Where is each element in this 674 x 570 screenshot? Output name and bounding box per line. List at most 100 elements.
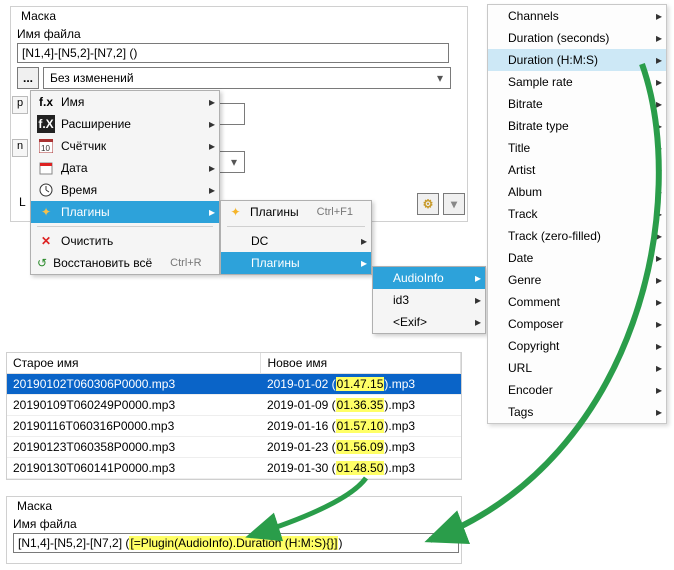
fx-icon: f.x — [37, 93, 55, 111]
chevron-right-icon: ▸ — [209, 95, 215, 109]
filename-label: Имя файла — [17, 27, 461, 41]
plugin-expression-highlight: [=Plugin(AudioInfo).Duration (H:M:S){}] — [129, 536, 338, 550]
duration-highlight: 01.57.10 — [336, 419, 385, 433]
audioinfo-field-item[interactable]: Encoder▸ — [488, 379, 666, 401]
mask-group-bottom: Маска Имя файла [N1,4]-[N5,2]-[N7,2] ([=… — [6, 496, 462, 564]
chevron-right-icon: ▸ — [656, 361, 662, 375]
audioinfo-field-item[interactable]: Tags▸ — [488, 401, 666, 423]
submenu-plugins: ✦ Плагины Ctrl+F1 DC ▸ Плагины ▸ — [220, 200, 372, 275]
rename-preview-table: Старое имя Новое имя 20190102T060306P000… — [7, 353, 461, 479]
table-row[interactable]: 20190123T060358P0000.mp32019-01-23 (01.5… — [7, 437, 461, 458]
left-badge-n: n — [12, 139, 28, 157]
icon-button-1[interactable]: ⚙ — [417, 193, 439, 215]
audioinfo-field-item[interactable]: Date▸ — [488, 247, 666, 269]
col-old-name[interactable]: Старое имя — [7, 353, 261, 374]
menu-item-time[interactable]: Время ▸ — [31, 179, 219, 201]
chevron-right-icon: ▸ — [361, 256, 367, 270]
audioinfo-field-item[interactable]: Comment▸ — [488, 291, 666, 313]
audioinfo-field-item[interactable]: Sample rate▸ — [488, 71, 666, 93]
chevron-right-icon: ▸ — [656, 185, 662, 199]
menu-item-name[interactable]: f.x Имя ▸ — [31, 91, 219, 113]
table-row[interactable]: 20190102T060306P0000.mp32019-01-02 (01.4… — [7, 374, 461, 395]
chevron-right-icon: ▸ — [656, 163, 662, 177]
case-dropdown[interactable]: Без изменений ▾ — [43, 67, 451, 89]
audioinfo-field-item[interactable]: Album▸ — [488, 181, 666, 203]
chevron-right-icon: ▸ — [656, 53, 662, 67]
submenu-plugin-list: AudioInfo ▸ id3 ▸ <Exif> ▸ — [372, 266, 486, 334]
left-badge-p: p — [12, 96, 28, 114]
menu-item-plugins[interactable]: ✦ Плагины ▸ — [31, 201, 219, 223]
audioinfo-fields-menu: Channels▸Duration (seconds)▸Duration (H:… — [487, 4, 667, 424]
case-dropdown-value: Без изменений — [46, 71, 432, 85]
chevron-right-icon: ▸ — [656, 31, 662, 45]
audioinfo-field-item[interactable]: Duration (seconds)▸ — [488, 27, 666, 49]
chevron-right-icon: ▸ — [656, 207, 662, 221]
audioinfo-field-item[interactable]: Duration (H:M:S)▸ — [488, 49, 666, 71]
col-new-name[interactable]: Новое имя — [261, 353, 461, 374]
chevron-right-icon: ▸ — [656, 141, 662, 155]
audioinfo-field-item[interactable]: Track (zero-filled)▸ — [488, 225, 666, 247]
audioinfo-field-item[interactable]: Bitrate▸ — [488, 93, 666, 115]
chevron-right-icon: ▸ — [475, 315, 481, 329]
menu-item-counter[interactable]: 10 Счётчик ▸ — [31, 135, 219, 157]
chevron-right-icon: ▸ — [656, 405, 662, 419]
submenu-item-plugins-action[interactable]: ✦ Плагины Ctrl+F1 — [221, 201, 371, 223]
menu-item-clear[interactable]: ✕ Очистить — [31, 230, 219, 252]
chevron-right-icon: ▸ — [656, 317, 662, 331]
filename-label-bottom: Имя файла — [13, 517, 455, 531]
chevron-right-icon: ▸ — [656, 251, 662, 265]
filename-input-bottom[interactable]: [N1,4]-[N5,2]-[N7,2] ([=Plugin(AudioInfo… — [13, 533, 459, 553]
chevron-right-icon: ▸ — [209, 139, 215, 153]
browse-button[interactable]: ... — [17, 67, 39, 89]
menu-separator — [37, 226, 213, 227]
context-menu-main: f.x Имя ▸ f.X Расширение ▸ 10 Счётчик ▸ … — [30, 90, 220, 275]
chevron-right-icon: ▸ — [656, 339, 662, 353]
duration-highlight: 01.36.35 — [336, 398, 385, 412]
chevron-right-icon: ▸ — [656, 9, 662, 23]
audioinfo-field-item[interactable]: Bitrate type▸ — [488, 115, 666, 137]
chevron-down-icon: ▾ — [226, 155, 242, 169]
table-row[interactable]: 20190109T060249P0000.mp32019-01-09 (01.3… — [7, 395, 461, 416]
submenu-item-audioinfo[interactable]: AudioInfo ▸ — [373, 267, 485, 289]
mask-group-legend-bottom: Маска — [13, 499, 455, 513]
puzzle-icon: ✦ — [227, 203, 244, 221]
folder-icon: ▾ — [451, 197, 457, 211]
l-label: L — [19, 195, 26, 209]
chevron-right-icon: ▸ — [209, 183, 215, 197]
audioinfo-field-item[interactable]: Copyright▸ — [488, 335, 666, 357]
clock-icon — [37, 181, 55, 199]
undo-icon: ↺ — [37, 254, 47, 272]
chevron-right-icon: ▸ — [361, 234, 367, 248]
menu-item-ext[interactable]: f.X Расширение ▸ — [31, 113, 219, 135]
fx-icon-dark: f.X — [37, 115, 55, 133]
menu-item-date[interactable]: Дата ▸ — [31, 157, 219, 179]
audioinfo-field-item[interactable]: URL▸ — [488, 357, 666, 379]
audioinfo-field-item[interactable]: Track▸ — [488, 203, 666, 225]
icon-button-2[interactable]: ▾ — [443, 193, 465, 215]
chevron-down-icon: ▾ — [432, 71, 448, 85]
svg-text:10: 10 — [41, 144, 50, 153]
duration-highlight: 01.47.15 — [336, 377, 385, 391]
menu-item-restore[interactable]: ↺ Восстановить всё Ctrl+R — [31, 252, 219, 274]
filename-input[interactable] — [17, 43, 449, 63]
gear-icon: ⚙ — [423, 197, 434, 211]
submenu-item-exif[interactable]: <Exif> ▸ — [373, 311, 485, 333]
table-row[interactable]: 20190116T060316P0000.mp32019-01-16 (01.5… — [7, 416, 461, 437]
submenu-item-id3[interactable]: id3 ▸ — [373, 289, 485, 311]
submenu-item-plugins2[interactable]: Плагины ▸ — [221, 252, 371, 274]
submenu-item-dc[interactable]: DC ▸ — [221, 230, 371, 252]
table-row[interactable]: 20190130T060141P0000.mp32019-01-30 (01.4… — [7, 458, 461, 479]
counter-icon: 10 — [37, 137, 55, 155]
chevron-right-icon: ▸ — [656, 383, 662, 397]
chevron-right-icon: ▸ — [209, 161, 215, 175]
audioinfo-field-item[interactable]: Title▸ — [488, 137, 666, 159]
chevron-right-icon: ▸ — [656, 229, 662, 243]
audioinfo-field-item[interactable]: Composer▸ — [488, 313, 666, 335]
mask-group-legend: Маска — [17, 9, 461, 23]
x-icon: ✕ — [37, 232, 55, 250]
audioinfo-field-item[interactable]: Channels▸ — [488, 5, 666, 27]
audioinfo-field-item[interactable]: Artist▸ — [488, 159, 666, 181]
audioinfo-field-item[interactable]: Genre▸ — [488, 269, 666, 291]
chevron-right-icon: ▸ — [209, 205, 215, 219]
chevron-right-icon: ▸ — [209, 117, 215, 131]
